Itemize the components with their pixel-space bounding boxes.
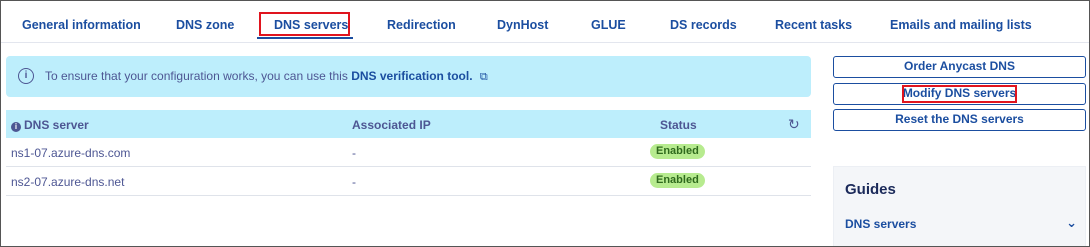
refresh-icon[interactable]: ↻ (788, 116, 800, 133)
tab-redirection[interactable]: Redirection (387, 18, 456, 32)
column-header-status: Status (660, 118, 697, 132)
dns-server-cell: ns1-07.azure-dns.com (11, 146, 131, 160)
dns-servers-page: General information DNS zone DNS servers… (0, 0, 1090, 247)
order-anycast-dns-button[interactable]: Order Anycast DNS (833, 56, 1086, 78)
external-link-icon[interactable]: ⧉ (480, 71, 488, 84)
tab-bar: General information DNS zone DNS servers… (1, 1, 1089, 43)
dns-verification-tool-link[interactable]: DNS verification tool. (351, 69, 472, 83)
reset-dns-servers-button[interactable]: Reset the DNS servers (833, 109, 1086, 131)
guide-item-dns-servers[interactable]: DNS servers ⌄ (845, 215, 1077, 231)
column-header-associated-ip: Associated IP (352, 118, 431, 132)
tab-dynhost[interactable]: DynHost (497, 18, 548, 32)
banner-text: To ensure that your configuration works,… (45, 69, 488, 84)
status-badge: Enabled (650, 144, 705, 159)
tab-recent-tasks[interactable]: Recent tasks (775, 18, 852, 32)
active-tab-indicator (257, 37, 353, 39)
info-circle-icon: i (11, 122, 21, 132)
status-badge: Enabled (650, 173, 705, 188)
tab-glue[interactable]: GLUE (591, 18, 626, 32)
info-banner: i To ensure that your configuration work… (6, 56, 811, 97)
guides-panel: Guides DNS servers ⌄ (833, 166, 1086, 246)
highlight-box-modify-dns-servers (902, 85, 1017, 103)
guides-title: Guides (845, 181, 896, 198)
tab-general-information[interactable]: General information (22, 18, 141, 32)
table-row: ns2-07.azure-dns.net - Enabled (6, 167, 811, 196)
banner-message: To ensure that your configuration works,… (45, 69, 348, 83)
dns-server-cell: ns2-07.azure-dns.net (11, 175, 125, 189)
column-header-dns-server: i DNS server (11, 118, 89, 132)
associated-ip-cell: - (352, 175, 356, 189)
tab-emails-and-mailing-lists[interactable]: Emails and mailing lists (890, 18, 1032, 32)
tab-ds-records[interactable]: DS records (670, 18, 737, 32)
guide-item-label: DNS servers (845, 217, 917, 231)
table-row: ns1-07.azure-dns.com - Enabled (6, 138, 811, 167)
chevron-down-icon[interactable]: ⌄ (1066, 215, 1077, 231)
highlight-box-dns-servers-tab (259, 12, 350, 36)
info-circle-icon: i (18, 68, 34, 84)
associated-ip-cell: - (352, 146, 356, 160)
tab-dns-zone[interactable]: DNS zone (176, 18, 234, 32)
dns-servers-table-header: i DNS server Associated IP Status ↻ (6, 110, 811, 138)
